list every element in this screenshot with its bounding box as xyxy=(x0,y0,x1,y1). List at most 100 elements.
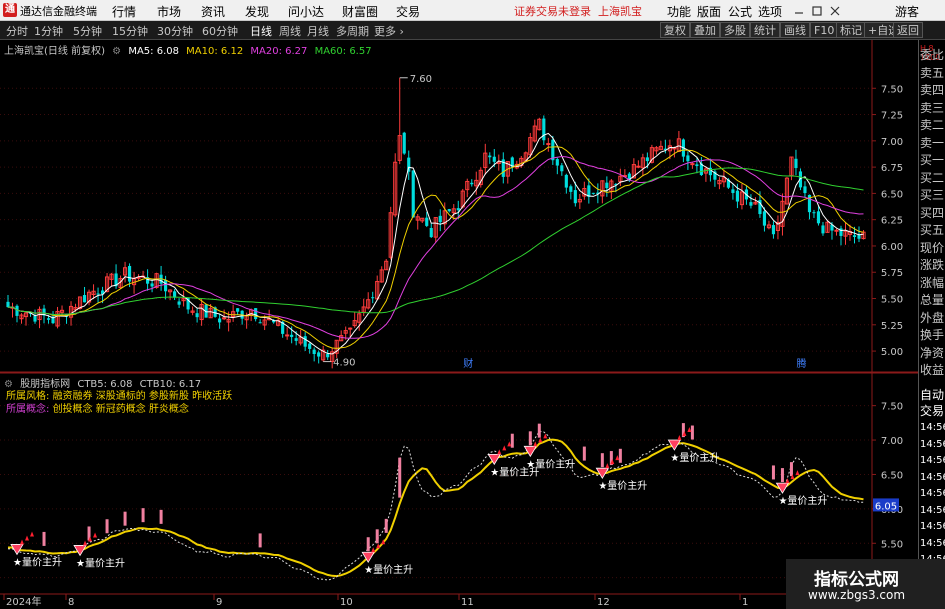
price-tick-label: 6.00 xyxy=(881,242,903,253)
side-panel-item[interactable]: 14:56 xyxy=(920,521,945,538)
mark-button[interactable]: 标记 xyxy=(836,22,866,38)
candle-body xyxy=(771,225,776,235)
menu-function[interactable]: 功能 xyxy=(667,3,691,20)
candle-body xyxy=(411,170,415,218)
side-panel-item[interactable]: 外盘 xyxy=(920,309,945,326)
candle-body xyxy=(821,225,825,234)
period-5min[interactable]: 5分钟 xyxy=(73,23,102,39)
stock-label[interactable]: 上海凯宝(日线 前复权) xyxy=(4,46,105,57)
menu-market[interactable]: 市场 xyxy=(157,3,181,20)
side-panel-item[interactable]: 14:56 xyxy=(920,538,945,555)
settings-gear-icon[interactable]: ⚙ xyxy=(112,46,121,57)
period-1min[interactable]: 1分钟 xyxy=(34,23,63,39)
menu-ask-xiaoda[interactable]: 问小达 xyxy=(288,3,324,20)
signal-label: ★量价主升 xyxy=(526,458,575,470)
kline-chart[interactable]: ★量价主升 ★量价主升★量价主升★量价主升★量价主升★量价主升★量价主升★量价主升… xyxy=(0,40,918,609)
side-panel-item[interactable]: 买一 xyxy=(920,151,945,168)
menu-discover[interactable]: 发现 xyxy=(245,3,269,20)
menu-trade[interactable]: 交易 xyxy=(396,3,420,20)
side-panel-item[interactable]: 14:56 xyxy=(920,422,945,439)
user-guest[interactable]: 游客 xyxy=(895,3,919,20)
side-panel-item[interactable]: 涨跌 xyxy=(920,256,945,273)
overlay-button[interactable]: 叠加 xyxy=(690,22,720,38)
side-panel-item[interactable]: 14:56 xyxy=(920,505,945,522)
watermark: 指标公式网 www.zbgs3.com xyxy=(786,559,945,609)
menu-news[interactable]: 资讯 xyxy=(201,3,225,20)
side-panel-item[interactable]: 涨幅 xyxy=(920,274,945,291)
main-info-bar: 上海凯宝(日线 前复权) ⚙ MA5: 6.08 MA10: 6.12 MA20… xyxy=(4,42,376,57)
indicator-gear-icon[interactable]: ⚙ xyxy=(4,379,13,390)
side-panel-item[interactable]: 总量 xyxy=(920,291,945,308)
candle-body xyxy=(33,315,37,322)
indicator-name[interactable]: 股朋指标网 xyxy=(20,379,70,390)
ma20-line xyxy=(8,155,864,339)
time-label: 8 xyxy=(68,597,74,608)
side-panel-item[interactable]: 卖一 xyxy=(920,134,945,151)
candle-body xyxy=(308,343,312,349)
close-icon[interactable] xyxy=(829,5,841,17)
side-panel-item[interactable]: 买四 xyxy=(920,204,945,221)
draw-line-button[interactable]: 画线 xyxy=(780,22,810,38)
side-panel-item[interactable]: 自动 xyxy=(920,386,945,403)
multi-stock-button[interactable]: 多股 xyxy=(720,22,750,38)
rise-arrow-icon xyxy=(605,463,610,469)
period-weekly[interactable]: 周线 xyxy=(279,23,301,39)
chart-grid xyxy=(0,40,918,609)
side-panel-item[interactable]: 净资 xyxy=(920,344,945,361)
side-panel-item[interactable]: 14:56 xyxy=(920,455,945,472)
period-60min[interactable]: 60分钟 xyxy=(202,23,238,39)
menu-options[interactable]: 选项 xyxy=(758,3,782,20)
candle-body xyxy=(96,293,100,295)
statistics-button[interactable]: 统计 xyxy=(750,22,780,38)
rise-arrow-icon xyxy=(25,535,30,541)
period-tick[interactable]: 分时 xyxy=(6,23,28,39)
menu-layout[interactable]: 版面 xyxy=(697,3,721,20)
side-panel-item[interactable]: 卖三 xyxy=(920,99,945,116)
period-15min[interactable]: 15分钟 xyxy=(112,23,148,39)
side-panel-item[interactable]: 14:56 xyxy=(920,439,945,456)
indicator-info-bar: ⚙ 股朋指标网 CTB5: 6.08 CTB10: 6.17 xyxy=(4,375,205,390)
side-panel-item[interactable]: 换手 xyxy=(920,326,945,343)
side-panel-item[interactable]: 14:56 xyxy=(920,488,945,505)
candle-body xyxy=(127,265,132,282)
maximize-icon[interactable] xyxy=(811,5,823,17)
candle-body xyxy=(456,208,460,211)
login-notice[interactable]: 证券交易未登录 上海凯宝 xyxy=(514,3,642,19)
candle-body xyxy=(551,139,555,161)
side-panel-item[interactable]: 买三 xyxy=(920,186,945,203)
signal-bar xyxy=(510,433,514,448)
signal-bar xyxy=(42,531,46,546)
period-30min[interactable]: 30分钟 xyxy=(157,23,193,39)
menu-wealth-circle[interactable]: 财富圈 xyxy=(342,3,378,20)
concept-label: 所属概念: xyxy=(6,404,50,415)
period-daily[interactable]: 日线 xyxy=(250,23,272,39)
candle-body xyxy=(636,165,641,168)
side-panel-item[interactable]: 买五 xyxy=(920,221,945,238)
side-panel-item[interactable]: 卖五 xyxy=(920,64,945,81)
period-multi[interactable]: 多周期 xyxy=(336,23,369,39)
side-panel-item[interactable]: 卖四 xyxy=(920,81,945,98)
signal-label: ★量价主升 xyxy=(13,556,62,568)
period-monthly[interactable]: 月线 xyxy=(307,23,329,39)
rise-arrow-icon xyxy=(371,547,376,553)
minimize-icon[interactable] xyxy=(793,5,805,17)
candle-body xyxy=(735,190,739,202)
side-panel-item[interactable]: 收益 xyxy=(920,361,945,378)
side-panel-item[interactable]: 委比 xyxy=(920,46,945,63)
side-panel-item[interactable]: 卖二 xyxy=(920,116,945,133)
menu-formula[interactable]: 公式 xyxy=(728,3,752,20)
side-panel-item[interactable]: 交易 xyxy=(920,402,945,419)
candle-body xyxy=(555,159,559,166)
back-button[interactable]: 返回 xyxy=(893,22,923,38)
adjust-button[interactable]: 复权 xyxy=(660,22,690,38)
f10-button[interactable]: F10 xyxy=(810,22,839,38)
app-title: 通达信金融终端 xyxy=(20,5,97,18)
signal-bar xyxy=(690,425,694,440)
candle-body xyxy=(492,156,496,162)
signal-label: ★量价主升 xyxy=(76,557,125,569)
menu-quotes[interactable]: 行情 xyxy=(112,3,136,20)
period-more[interactable]: 更多 › xyxy=(374,23,404,39)
side-panel-item[interactable]: 14:56 xyxy=(920,472,945,489)
side-panel-item[interactable]: 现价 xyxy=(920,239,945,256)
side-panel-item[interactable]: 买二 xyxy=(920,169,945,186)
